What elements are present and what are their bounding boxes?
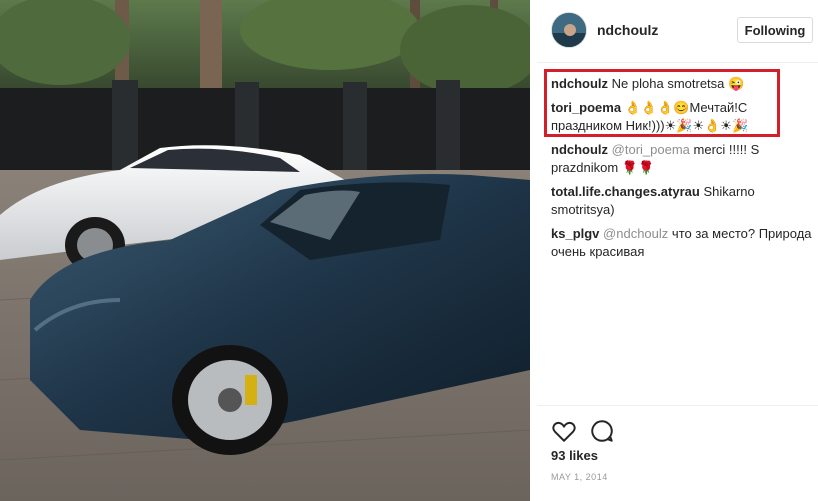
cars-photo-illustration xyxy=(0,0,530,501)
post-actions xyxy=(551,418,623,444)
post-photo[interactable] xyxy=(0,0,530,501)
comment-username[interactable]: ndchoulz xyxy=(551,76,608,91)
comment-username[interactable]: ndchoulz xyxy=(551,142,608,157)
divider xyxy=(537,405,818,406)
instagram-post: ndchoulz Following ndchoulz Ne ploha smo… xyxy=(0,0,818,501)
avatar[interactable] xyxy=(551,12,587,48)
post-header: ndchoulz Following xyxy=(537,0,818,63)
comment-mention[interactable]: @tori_poema xyxy=(612,142,690,157)
comment-item: total.life.changes.atyrau Shikarno smotr… xyxy=(551,183,813,219)
following-button[interactable]: Following xyxy=(737,17,813,43)
post-date: MAY 1, 2014 xyxy=(551,472,608,482)
comment-username[interactable]: tori_poema xyxy=(551,100,621,115)
comment-username[interactable]: total.life.changes.atyrau xyxy=(551,184,700,199)
post-side-panel: ndchoulz Following ndchoulz Ne ploha smo… xyxy=(537,0,818,501)
comment-username[interactable]: ks_plgv xyxy=(551,226,599,241)
comment-item: ndchoulz Ne ploha smotretsa 😜 xyxy=(551,75,813,93)
comment-item: tori_poema 👌👌👌😊Мечтай!С праздником Ник!)… xyxy=(551,99,813,135)
comment-text: Ne ploha smotretsa 😜 xyxy=(611,76,745,91)
author-username[interactable]: ndchoulz xyxy=(597,22,658,38)
comment-item: ks_plgv @ndchoulz что за место? Природа … xyxy=(551,225,813,261)
comment-icon[interactable] xyxy=(589,418,615,444)
likes-count[interactable]: 93 likes xyxy=(551,448,598,463)
comment-item: ndchoulz @tori_poema merci !!!!! S prazd… xyxy=(551,141,813,177)
heart-icon[interactable] xyxy=(551,418,577,444)
avatar-image xyxy=(552,13,586,47)
comments-list: ndchoulz Ne ploha smotretsa 😜 tori_poema… xyxy=(551,75,813,267)
comment-mention[interactable]: @ndchoulz xyxy=(603,226,668,241)
